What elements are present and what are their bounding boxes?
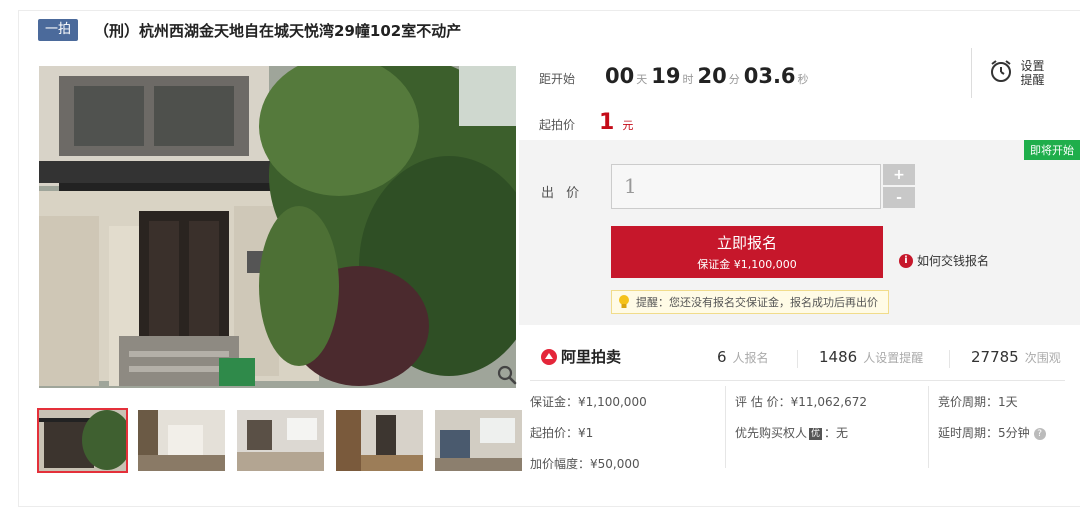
appraisal-detail: 评 估 价：¥11,062,672 (735, 395, 867, 409)
ali-logo-icon (541, 348, 557, 365)
lot-title: （刑）杭州西湖金天地自在城天悦湾29幢102室不动产 (94, 21, 462, 40)
main-photo[interactable] (39, 66, 516, 388)
countdown-days-unit: 天 (636, 73, 648, 86)
lightbulb-icon (618, 295, 630, 309)
tip-text: 提醒：您还没有报名交保证金，报名成功后再出价 (636, 296, 878, 309)
alarm-clock-icon (988, 58, 1014, 88)
start-price-value: 1 (599, 110, 615, 135)
bid-label: 出 价 (541, 186, 584, 201)
bid-decrease-button[interactable]: - (883, 187, 915, 208)
deposit-detail: 保证金：¥1,100,000 (530, 395, 647, 409)
zoom-icon[interactable] (496, 364, 518, 386)
deposit-label: 保证金 ¥1,100,000 (697, 258, 797, 271)
countdown-seconds-unit: 秒 (797, 73, 809, 86)
stats-row: 阿里拍卖 6 人报名 1486 人设置提醒 27785 次围观 (519, 340, 1080, 376)
title-row: 一拍 （刑）杭州西湖金天地自在城天悦湾29幢102室不动产 (38, 18, 461, 42)
start-price-unit: 元 (622, 119, 634, 132)
countdown-minutes-unit: 分 (728, 73, 740, 86)
countdown: 距开始 00 天 19 时 20 分 03.6 秒 (539, 64, 813, 88)
thumbnail-5[interactable] (435, 410, 522, 471)
thumbnail-1[interactable] (37, 408, 128, 473)
ali-auction-logo: 阿里拍卖 (541, 346, 621, 367)
reminder-label: 设置 提醒 (1020, 59, 1045, 87)
auction-info-panel: 距开始 00 天 19 时 20 分 03.6 秒 起拍价 1 元 设置 提醒 (519, 44, 1080, 140)
details-col-2: 评 估 价：¥11,062,672 优先购买权人优：无 (735, 394, 867, 456)
status-badge: 即将开始 (1024, 140, 1080, 160)
set-reminder-button[interactable]: 设置 提醒 (971, 48, 1061, 98)
countdown-seconds: 03.6 (743, 64, 796, 88)
bid-box: 即将开始 出 价 1 + - 立即报名 保证金 ¥1,100,000 i 如何交… (519, 140, 1080, 325)
start-price-label: 起拍价 (539, 118, 576, 132)
countdown-label: 距开始 (539, 72, 576, 86)
start-price-detail: 起拍价：¥1 (530, 426, 594, 440)
signup-count: 6 人报名 (717, 348, 769, 366)
start-price: 起拍价 1 元 (539, 110, 633, 135)
countdown-hours: 19 (651, 64, 681, 88)
register-now-button[interactable]: 立即报名 保证金 ¥1,100,000 (611, 226, 883, 278)
bid-increase-button[interactable]: + (883, 164, 915, 185)
thumbnail-4[interactable] (336, 410, 423, 471)
thumbnail-3[interactable] (237, 410, 324, 471)
how-to-register-link[interactable]: i 如何交钱报名 (899, 252, 989, 269)
countdown-days: 00 (605, 64, 635, 88)
countdown-hours-unit: 时 (682, 73, 694, 86)
bid-amount-input[interactable]: 1 (611, 164, 881, 209)
extension-period-detail: 延时周期：5分钟? (938, 425, 1046, 456)
tip-banner: 提醒：您还没有报名交保证金，报名成功后再出价 (611, 290, 889, 314)
reminder-count: 1486 人设置提醒 (819, 348, 924, 366)
details-col-3: 竞价周期：1天 延时周期：5分钟? (938, 394, 1046, 456)
round-badge: 一拍 (38, 19, 79, 41)
info-icon: i (899, 253, 913, 268)
details-col-1: 保证金：¥1,100,000 起拍价：¥1 加价幅度：¥50,000 (530, 394, 647, 487)
thumbnail-2[interactable] (138, 410, 225, 471)
register-label: 立即报名 (716, 234, 777, 252)
priority-badge: 优 (809, 427, 823, 440)
bidding-period-detail: 竞价周期：1天 (938, 395, 1018, 409)
help-icon[interactable]: ? (1033, 427, 1046, 440)
increment-detail: 加价幅度：¥50,000 (530, 457, 640, 471)
view-count: 27785 次围观 (971, 348, 1061, 366)
thumbnail-strip (37, 408, 522, 473)
countdown-minutes: 20 (697, 64, 727, 88)
priority-buyer-detail: 优先购买权人优：无 (735, 426, 849, 440)
